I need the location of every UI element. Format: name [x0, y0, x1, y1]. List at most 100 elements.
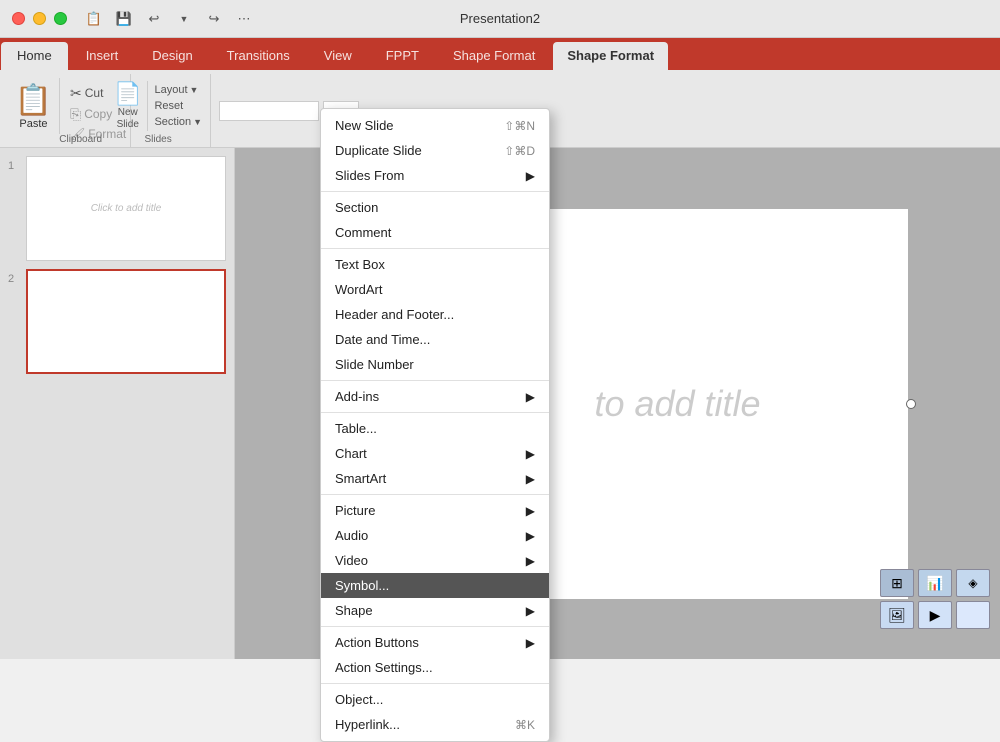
reset-button[interactable]: Reset	[154, 100, 202, 112]
menu-item-action-buttons-arrow: ▶	[526, 636, 535, 650]
menu-item-date-time[interactable]: Date and Time...	[321, 327, 549, 352]
menu-item-object-label: Object...	[335, 692, 383, 707]
window-controls: 📋 💾 ↩ ▼ ↪ ⋯	[12, 8, 255, 30]
tab-design[interactable]: Design	[136, 42, 208, 70]
more-icon[interactable]: ⋯	[233, 8, 255, 30]
save-file-icon[interactable]: 💾	[113, 8, 135, 30]
paste-button[interactable]: 📋 Paste	[12, 78, 60, 134]
slides-group-content: 📄 NewSlide Layout ▼ Reset Section ▼	[114, 78, 202, 134]
menu-separator-5	[321, 494, 549, 495]
redo-icon[interactable]: ↪	[203, 8, 225, 30]
slide-1-number: 1	[8, 156, 22, 172]
menu-item-addins[interactable]: Add-ins ▶	[321, 384, 549, 409]
menu-item-symbol[interactable]: Symbol...	[321, 573, 549, 598]
undo-dropdown-icon[interactable]: ▼	[173, 8, 195, 30]
menu-item-slide-number-label: Slide Number	[335, 357, 414, 372]
menu-item-shape-label: Shape	[335, 603, 373, 618]
menu-item-hyperlink-label: Hyperlink...	[335, 717, 400, 732]
menu-item-audio-arrow: ▶	[526, 529, 535, 543]
menu-item-duplicate-slide[interactable]: Duplicate Slide ⇧⌘D	[321, 138, 549, 163]
clipboard-label: Clipboard	[59, 134, 106, 147]
menu-item-hyperlink-shortcut: ⌘K	[515, 718, 535, 732]
tab-view[interactable]: FPPT	[370, 42, 435, 70]
menu-separator-6	[321, 626, 549, 627]
menu-separator-7	[321, 683, 549, 684]
layout-arrow: ▼	[190, 85, 199, 95]
menu-item-new-slide-shortcut: ⇧⌘N	[504, 119, 535, 133]
layout-button[interactable]: Layout ▼	[154, 84, 202, 96]
undo-icon[interactable]: ↩	[143, 8, 165, 30]
menu-item-new-slide[interactable]: New Slide ⇧⌘N	[321, 113, 549, 138]
menu-item-chart[interactable]: Chart ▶	[321, 441, 549, 466]
slide-1-thumbnail[interactable]: Click to add title	[26, 156, 226, 261]
menu-item-section-label: Section	[335, 200, 378, 215]
menu-item-action-buttons[interactable]: Action Buttons ▶	[321, 630, 549, 655]
menu-item-wordart[interactable]: WordArt	[321, 277, 549, 302]
title-bar: 📋 💾 ↩ ▼ ↪ ⋯ Presentation2	[0, 0, 1000, 38]
slide-2-thumbnail[interactable]	[26, 269, 226, 374]
tab-review[interactable]: View	[308, 42, 368, 70]
new-slide-label: NewSlide	[117, 107, 139, 131]
section-button[interactable]: Section ▼	[154, 116, 202, 128]
video-icon: ▶	[918, 601, 952, 629]
new-slide-button[interactable]: 📄 NewSlide	[114, 81, 148, 131]
chart-icon: 📊	[918, 569, 952, 597]
font-family-dropdown[interactable]	[219, 101, 319, 121]
menu-item-duplicate-label: Duplicate Slide	[335, 143, 422, 158]
menu-item-comment[interactable]: Comment	[321, 220, 549, 245]
menu-item-picture[interactable]: Picture ▶	[321, 498, 549, 523]
menu-item-table[interactable]: Table...	[321, 416, 549, 441]
minimize-button[interactable]	[33, 12, 46, 25]
tab-insert[interactable]: Insert	[70, 42, 135, 70]
tab-transitions[interactable]: Transitions	[211, 42, 306, 70]
resize-handle[interactable]	[906, 399, 916, 409]
menu-item-addins-arrow: ▶	[526, 390, 535, 404]
cut-icon: ✂	[70, 85, 82, 102]
slide-2-number: 2	[8, 269, 22, 285]
menu-item-chart-arrow: ▶	[526, 447, 535, 461]
slide-2-container: 2	[8, 269, 226, 374]
smartart-icon: ◈	[956, 569, 990, 597]
tab-home[interactable]: Home	[1, 42, 68, 70]
slides-group-label: Slides	[144, 134, 171, 147]
menu-item-picture-arrow: ▶	[526, 504, 535, 518]
menu-item-table-label: Table...	[335, 421, 377, 436]
menu-item-picture-label: Picture	[335, 503, 375, 518]
menu-item-slides-from[interactable]: Slides From ▶	[321, 163, 549, 188]
menu-item-symbol-label: Symbol...	[335, 578, 389, 593]
slide-2-content	[28, 271, 224, 372]
menu-item-slide-number[interactable]: Slide Number	[321, 352, 549, 377]
menu-separator-1	[321, 191, 549, 192]
menu-item-object[interactable]: Object...	[321, 687, 549, 712]
save-icon[interactable]: 📋	[83, 8, 105, 30]
slide-1-container: 1 Click to add title	[8, 156, 226, 261]
slide-1-content: Click to add title	[27, 157, 225, 260]
menu-separator-3	[321, 380, 549, 381]
dropdown-menu: New Slide ⇧⌘N Duplicate Slide ⇧⌘D Slides…	[320, 108, 550, 742]
canvas-placeholder-text: to add title	[594, 383, 760, 424]
maximize-button[interactable]	[54, 12, 67, 25]
tab-fppt[interactable]: Shape Format	[437, 42, 551, 70]
menu-item-video[interactable]: Video ▶	[321, 548, 549, 573]
menu-item-addins-label: Add-ins	[335, 389, 379, 404]
menu-item-header-footer-label: Header and Footer...	[335, 307, 454, 322]
menu-item-header-footer[interactable]: Header and Footer...	[321, 302, 549, 327]
menu-item-smartart-arrow: ▶	[526, 472, 535, 486]
slide-sub-buttons: Layout ▼ Reset Section ▼	[154, 84, 202, 128]
section-label: Section	[154, 116, 191, 128]
menu-item-hyperlink[interactable]: Hyperlink... ⌘K	[321, 712, 549, 737]
menu-item-audio[interactable]: Audio ▶	[321, 523, 549, 548]
close-button[interactable]	[12, 12, 25, 25]
slide-panel: 1 Click to add title 2	[0, 148, 235, 659]
menu-item-video-arrow: ▶	[526, 554, 535, 568]
menu-item-smartart[interactable]: SmartArt ▶	[321, 466, 549, 491]
menu-item-section[interactable]: Section	[321, 195, 549, 220]
menu-item-shape[interactable]: Shape ▶	[321, 598, 549, 623]
menu-item-smartart-label: SmartArt	[335, 471, 386, 486]
photo-icon: 🖼	[880, 601, 914, 629]
ribbon-tabs: Home Insert Design Transitions View FPPT…	[0, 38, 1000, 70]
menu-item-text-box[interactable]: Text Box	[321, 252, 549, 277]
tab-shape-format[interactable]: Shape Format	[553, 42, 668, 70]
menu-item-slides-from-arrow: ▶	[526, 169, 535, 183]
reset-label: Reset	[154, 100, 183, 112]
